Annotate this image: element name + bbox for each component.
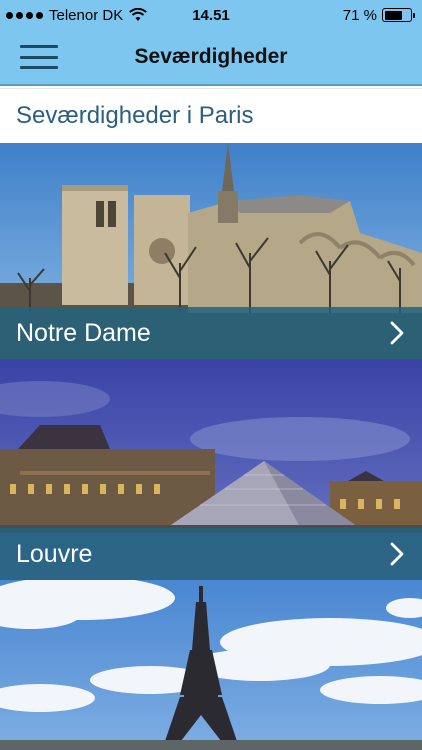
wifi-icon: [129, 8, 148, 21]
battery-fill: [384, 10, 403, 20]
nav-title: Seværdigheder: [134, 45, 288, 68]
hamburger-menu-icon[interactable]: [20, 43, 58, 71]
chevron-right-icon: [390, 542, 404, 566]
attraction-bar: Notre Dame: [0, 307, 422, 359]
signal-dots-icon: [6, 11, 43, 19]
attraction-card-louvre[interactable]: Louvre: [0, 359, 422, 580]
status-right: 71 %: [342, 6, 415, 24]
nav-bar: Seværdigheder: [0, 30, 422, 86]
carrier-label: Telenor DK: [49, 6, 124, 24]
attraction-card-eiffel[interactable]: [0, 580, 422, 750]
status-left: Telenor DK: [6, 6, 148, 24]
chevron-right-icon: [390, 321, 404, 345]
attraction-bar: Louvre: [0, 528, 422, 580]
section-header: Seværdigheder i Paris: [0, 88, 422, 143]
attraction-card-notre-dame[interactable]: Notre Dame: [0, 143, 422, 359]
attraction-label: Notre Dame: [16, 318, 151, 347]
battery-icon: [382, 8, 415, 22]
status-bar: Telenor DK 14.51 71 %: [0, 0, 422, 30]
attraction-label: Louvre: [16, 539, 93, 568]
section-title: Seværdigheder i Paris: [16, 102, 254, 129]
battery-percent: 71 %: [342, 6, 377, 24]
eiffel-tower-photo: [0, 580, 422, 750]
